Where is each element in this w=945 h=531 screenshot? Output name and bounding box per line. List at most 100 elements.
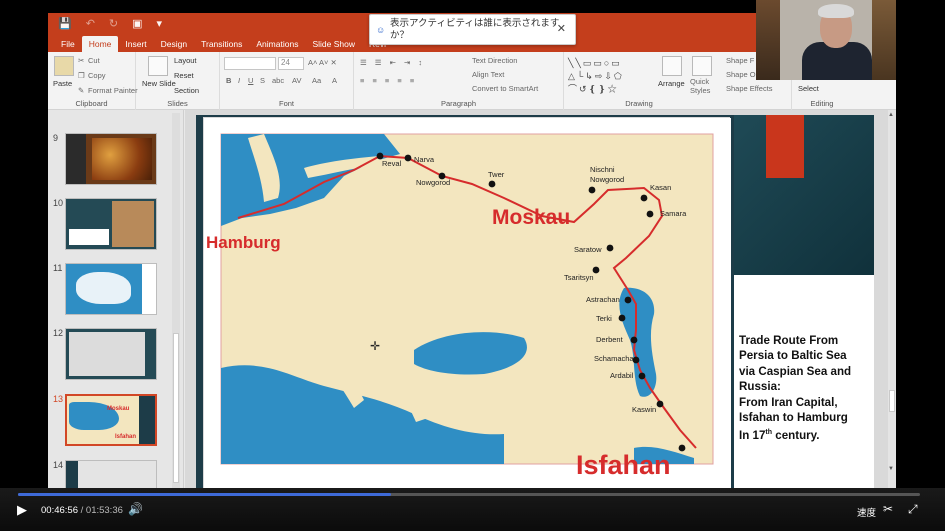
bullets-icon[interactable]: ☰ ☰ ⇤ ⇥ ↕ [360, 58, 425, 67]
arrange-icon[interactable] [662, 56, 682, 76]
align-icons[interactable]: ≡ ≡ ≡ ≡ ≡ [360, 76, 417, 85]
redo-icon[interactable]: ↻ [109, 17, 118, 30]
shape-effects-button[interactable]: Shape Effects [726, 84, 773, 93]
save-icon[interactable]: 💾 [58, 17, 72, 30]
shadow-button[interactable]: S [260, 76, 265, 85]
tab-insert[interactable]: Insert [118, 36, 153, 52]
shape-fill-button[interactable]: Shape F [726, 56, 754, 65]
town-label: Reval [382, 159, 402, 168]
caption-line: Trade Route From [739, 334, 839, 347]
new-slide-button[interactable]: New Slide [142, 79, 176, 88]
thumb-number: 13 [53, 394, 64, 404]
cut-icon: ✂ [78, 56, 85, 65]
section-button[interactable]: Section [174, 86, 199, 95]
slide-caption[interactable]: Trade Route From Persia to Baltic Sea vi… [739, 333, 873, 444]
thumb-text-box [139, 396, 155, 444]
powerpoint-window: 💾 ↶ ↻ ▣ ▾ File Home Insert Design Transi… [48, 13, 896, 513]
thumb-number: 12 [53, 328, 64, 338]
format-painter-button[interactable]: Format Painter [88, 86, 138, 95]
copy-button[interactable]: Copy [88, 71, 106, 80]
current-time: 00:46:56 [41, 505, 78, 516]
activity-visibility-popup[interactable]: ☺ 表示アクティビティは誰に表示されますか？ ✕ [369, 14, 576, 45]
canvas-scroll-thumb[interactable] [889, 390, 895, 412]
thumb-map [69, 332, 145, 376]
customize-qat-icon[interactable]: ▾ [157, 17, 163, 30]
tab-home[interactable]: Home [81, 36, 119, 52]
font-grow-icon[interactable]: A˄ A˅ ✕ [308, 58, 337, 67]
copy-icon: ❐ [78, 71, 85, 80]
tab-file[interactable]: File [54, 36, 82, 52]
italic-button[interactable]: I [238, 76, 240, 85]
layout-button[interactable]: Layout [174, 56, 197, 65]
trade-route-map[interactable]: Reval Narva Nowgorod Twer Nischni Nowgor… [203, 117, 731, 488]
slide-thumb-13[interactable]: Moskau Isfahan [65, 394, 157, 446]
play-icon[interactable]: ▶ [17, 502, 27, 518]
bookshelf-right [872, 0, 896, 80]
tab-design[interactable]: Design [154, 36, 194, 52]
bold-button[interactable]: B [226, 76, 231, 85]
town-label: Tsaritsyn [564, 273, 594, 282]
caption-line: via Caspian Sea and [739, 364, 852, 378]
scroll-down-icon[interactable]: ▼ [888, 466, 894, 472]
scroll-up-icon[interactable]: ▲ [888, 112, 894, 118]
quick-styles-button[interactable]: Quick Styles [690, 77, 720, 95]
quick-access-toolbar: 💾 ↶ ↻ ▣ ▾ [58, 17, 162, 30]
quick-styles-icon[interactable] [692, 56, 712, 76]
underline-button[interactable]: U [248, 76, 253, 85]
tab-transitions[interactable]: Transitions [194, 36, 249, 52]
slide-thumb-12[interactable] [65, 328, 157, 380]
slide-thumb-10[interactable] [65, 198, 157, 250]
font-size-box[interactable]: 24 [278, 57, 304, 70]
speed-button[interactable]: 速度 [857, 505, 876, 519]
align-text-button[interactable]: Align Text [472, 70, 504, 79]
select-button[interactable]: Select [798, 84, 819, 93]
canvas-scrollbar[interactable]: ▲ ▼ [888, 110, 896, 490]
seek-bar[interactable] [18, 493, 920, 496]
editing-group-label: Editing [810, 99, 834, 108]
map-label-moskau: Moskau [492, 206, 570, 229]
slide-teal-panel [734, 115, 874, 275]
thumb-label: Moskau [107, 406, 130, 412]
town-label: Nowgorod [590, 175, 624, 184]
reset-button[interactable]: Reset [174, 71, 194, 80]
new-slide-icon[interactable] [148, 56, 168, 76]
thumb-image [112, 201, 154, 247]
slide-thumb-9[interactable] [65, 133, 157, 185]
undo-icon[interactable]: ↶ [86, 17, 95, 30]
close-icon[interactable]: ✕ [557, 23, 566, 35]
thumbnails-scrollbar[interactable] [172, 113, 180, 493]
scroll-thumb[interactable] [173, 333, 179, 483]
town-dot [592, 266, 600, 274]
char-spacing-button[interactable]: AV [292, 76, 301, 85]
video-player-controls: ▶ 00:46:56 / 01:53:36 🔊 速度 ✂ ⤢ [0, 488, 945, 531]
slides-group-label: Slides [167, 99, 188, 108]
town-dot [618, 314, 626, 322]
slide-canvas: Trade Route From Persia to Baltic Sea vi… [185, 110, 888, 490]
town-label: Ardabil [610, 371, 634, 380]
volume-icon[interactable]: 🔊 [128, 502, 143, 516]
shapes-gallery[interactable]: ╲╲▭▭○▭ △└↳⇨⇩⬠ ⌒↺❴❵☆ [568, 57, 654, 95]
trim-icon[interactable]: ✂ [883, 502, 893, 516]
tab-animations[interactable]: Animations [249, 36, 305, 52]
time-separator: / [77, 505, 86, 516]
paste-icon[interactable] [54, 56, 74, 76]
change-case-button[interactable]: Aa [312, 76, 321, 85]
cut-button[interactable]: Cut [88, 56, 100, 65]
convert-smartart-button[interactable]: Convert to SmartArt [472, 84, 538, 93]
town-dot [404, 154, 412, 162]
strikethrough-button[interactable]: abc [272, 76, 284, 85]
paste-button[interactable]: Paste [53, 79, 72, 88]
presenter-icon[interactable]: ▣ [132, 17, 142, 30]
town-dot [588, 186, 596, 194]
current-slide[interactable]: Trade Route From Persia to Baltic Sea vi… [196, 115, 874, 488]
town-label: Twer [488, 170, 505, 179]
caption-line: Persia to Baltic Sea [739, 349, 847, 363]
arrange-button[interactable]: Arrange [658, 79, 685, 88]
shape-outline-button[interactable]: Shape O [726, 70, 756, 79]
tab-slide-show[interactable]: Slide Show [305, 36, 362, 52]
font-color-button[interactable]: A [332, 76, 337, 85]
slide-thumb-11[interactable] [65, 263, 157, 315]
text-direction-button[interactable]: Text Direction [472, 56, 517, 65]
font-name-box[interactable] [224, 57, 276, 70]
exit-fullscreen-icon[interactable]: ⤢ [908, 502, 918, 517]
